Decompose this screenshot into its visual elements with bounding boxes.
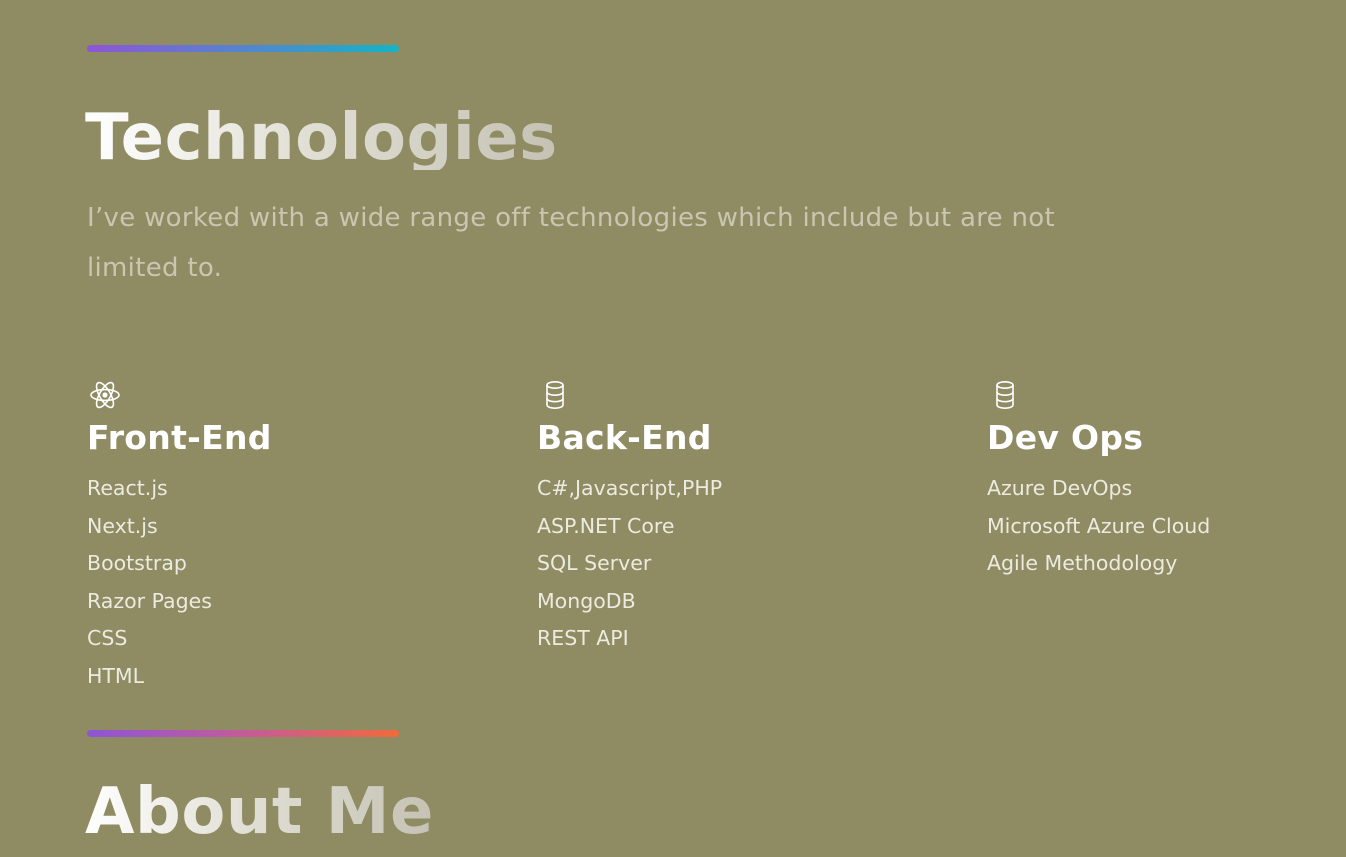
tech-list: Azure DevOps Microsoft Azure Cloud Agile… — [987, 470, 1346, 583]
column-title: Dev Ops — [987, 418, 1144, 457]
front-end-column: Front-End React.js Next.js Bootstrap Raz… — [87, 378, 487, 695]
column-title: Front-End — [87, 418, 272, 457]
database-icon — [987, 378, 1023, 412]
list-item: C#,Javascript,PHP — [537, 476, 723, 500]
gradient-divider-top — [87, 45, 399, 52]
list-item: CSS — [87, 626, 128, 650]
about-title: About Me — [85, 775, 434, 849]
list-item: Razor Pages — [87, 588, 212, 613]
list-item: Agile Methodology — [987, 551, 1178, 575]
list-item: REST API — [537, 626, 629, 650]
database-icon — [537, 378, 573, 412]
column-title: Back-End — [537, 418, 712, 457]
technologies-subtitle: I’ve worked with a wide range off techno… — [87, 203, 1055, 283]
back-end-column: Back-End C#,Javascript,PHP ASP.NET Core … — [537, 378, 937, 658]
list-item: HTML — [87, 663, 145, 688]
react-atom-icon — [87, 378, 123, 412]
list-item: Microsoft Azure Cloud — [987, 513, 1211, 538]
list-item: React.js — [87, 476, 168, 500]
tech-list: React.js Next.js Bootstrap Razor Pages C… — [87, 470, 487, 695]
tech-list: C#,Javascript,PHP ASP.NET Core SQL Serve… — [537, 470, 937, 658]
list-item: ASP.NET Core — [537, 513, 675, 538]
list-item: SQL Server — [537, 551, 652, 575]
list-item: MongoDB — [537, 588, 636, 613]
gradient-divider-bottom — [87, 730, 399, 737]
technologies-title: Technologies — [85, 101, 558, 175]
list-item: Azure DevOps — [987, 476, 1133, 500]
dev-ops-column: Dev Ops Azure DevOps Microsoft Azure Clo… — [987, 378, 1346, 583]
list-item: Bootstrap — [87, 551, 187, 575]
list-item: Next.js — [87, 513, 158, 538]
